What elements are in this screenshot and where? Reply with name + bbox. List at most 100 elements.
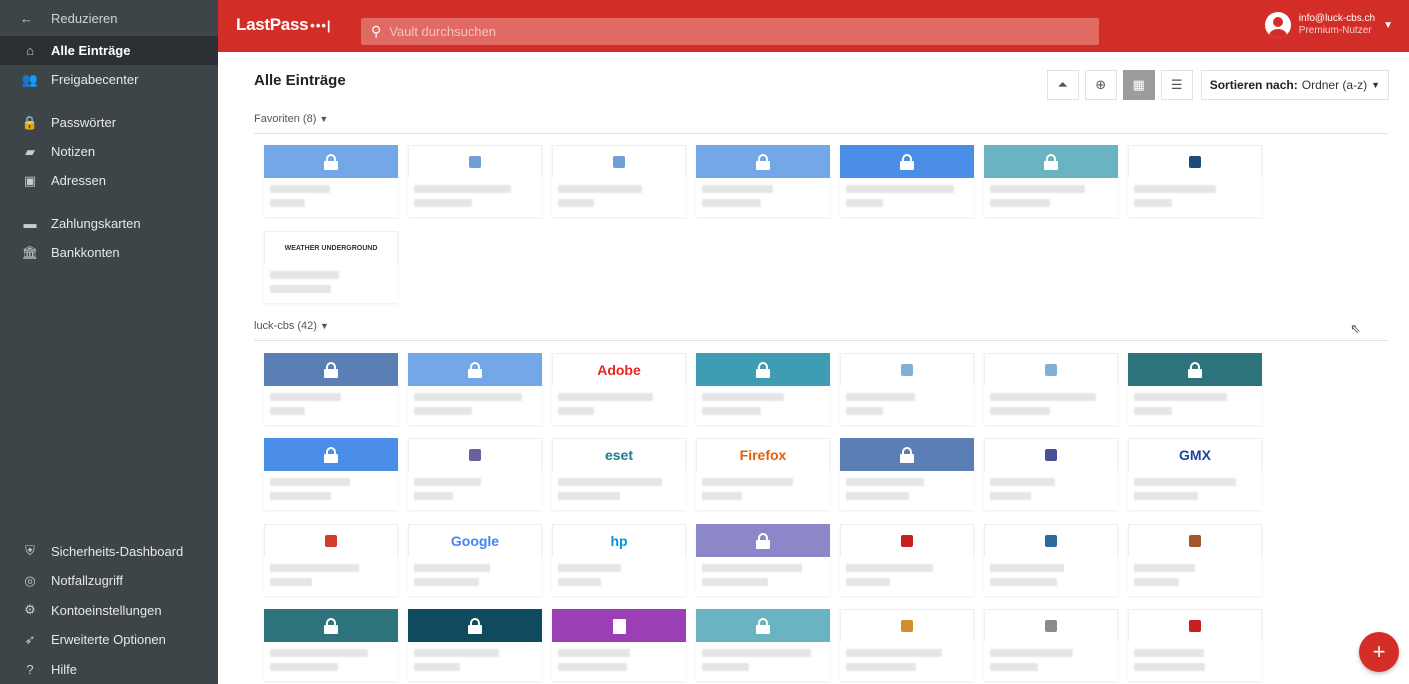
sort-dropdown[interactable]: Sortieren nach: Ordner (a-z) ▼ [1200,70,1389,100]
tile-details-redacted [552,471,686,500]
tile-header [840,353,974,386]
vault-item-tile[interactable] [696,145,830,217]
sidebar-item-label: Passwörter [51,115,117,130]
redacted-name [558,649,630,657]
sidebar-item-note[interactable]: ▰ Notizen [0,137,218,166]
vault-search[interactable]: ⚲ [361,18,1099,45]
vault-item-tile[interactable] [264,145,398,217]
vault-toolbar: ⏶ ⊕ ▦ ☰ Sortieren nach: Ordner (a-z) ▼ [1046,70,1389,100]
brand-logo-icon: Adobe [597,362,641,378]
zoom-button[interactable]: ⊕ [1084,70,1117,100]
lock-icon [324,154,338,170]
vault-item-tile[interactable] [264,353,398,425]
vault-item-tile[interactable]: hp [552,524,686,596]
vault-item-tile[interactable]: Adobe [552,353,686,425]
vault-item-tile[interactable] [984,609,1118,681]
site-favicon-icon [1189,535,1201,547]
grid-view-button[interactable]: ▦ [1122,70,1155,100]
site-favicon-icon [469,156,481,168]
vault-item-tile[interactable]: eset [552,438,686,510]
tile-details-redacted [984,557,1118,586]
vault-item-tile[interactable] [408,145,542,217]
sidebar-item-label: Hilfe [51,661,78,677]
sidebar-item-home[interactable]: ⌂ Alle Einträge [0,36,218,65]
vault-item-tile[interactable] [264,609,398,681]
account-menu[interactable]: info@luck-cbs.ch Premium-Nutzer ▼ [1264,12,1393,38]
rocket-icon: ➶ [24,631,36,647]
vault-item-tile[interactable] [1128,524,1262,596]
lock-icon [324,618,338,634]
vault-item-tile[interactable] [840,353,974,425]
redacted-name [702,649,811,657]
sidebar-item-help[interactable]: ? Hilfe [0,655,218,684]
vault-item-tile[interactable] [408,438,542,510]
vault-item-tile[interactable]: Firefox [696,438,830,510]
redacted-username [558,663,627,671]
vault-item-tile[interactable] [984,524,1118,596]
sidebar-item-shield[interactable]: ⛨ Sicherheits-Dashboard [0,537,218,567]
vault-item-tile[interactable] [264,524,398,596]
folder-header[interactable]: Favoriten (8) ▼ [254,113,328,125]
sidebar-item-bank[interactable]: 🏛 Bankkonten [0,238,218,267]
vault-item-tile[interactable] [1128,353,1262,425]
vault-item-tile[interactable] [696,353,830,425]
redacted-name [558,185,642,193]
sidebar: ← Reduzieren ⌂ Alle Einträge 👥 Freigabecent… [0,0,218,684]
lock-icon [1188,362,1202,378]
vault-item-tile[interactable] [552,609,686,681]
vault-item-tile[interactable] [408,353,542,425]
redacted-name [270,564,359,572]
vault-item-tile[interactable]: Google [408,524,542,596]
redacted-name [1134,478,1236,486]
collapse-all-button[interactable]: ⏶ [1046,70,1079,100]
search-input[interactable] [389,24,1070,39]
vault-item-tile[interactable] [696,524,830,596]
vault-item-tile[interactable] [264,438,398,510]
tile-header [696,353,830,386]
sidebar-item-card[interactable]: ▬ Zahlungskarten [0,209,218,238]
collapse-sidebar-button[interactable]: ← Reduzieren [0,0,218,36]
vault-item-tile[interactable]: WEATHER UNDERGROUND [264,231,398,303]
vault-item-tile[interactable] [840,609,974,681]
chevron-down-icon: ▼ [1383,19,1393,31]
folder-header[interactable]: luck-cbs (42) ▼ [254,320,329,332]
vault-item-tile[interactable] [408,609,542,681]
lock-icon [756,154,770,170]
redacted-name [558,393,653,401]
sidebar-item-lifebuoy[interactable]: ◎ Notfallzugriff [0,566,218,596]
sidebar-item-label: Kontoeinstellungen [51,602,162,618]
sidebar-item-rocket[interactable]: ➶ Erweiterte Optionen [0,625,218,655]
vault-item-tile[interactable] [984,145,1118,217]
redacted-username [846,663,916,671]
lock-icon [468,618,482,634]
list-view-button[interactable]: ☰ [1160,70,1193,100]
vault-item-tile[interactable] [840,145,974,217]
sidebar-item-sharing[interactable]: 👥 Freigabecenter [0,65,218,94]
sidebar-item-address[interactable]: ▣ Adressen [0,166,218,195]
vault-item-tile[interactable] [552,145,686,217]
sidebar-item-lock[interactable]: 🔒 Passwörter [0,108,218,137]
tile-header [984,438,1118,471]
sidebar-item-label: Freigabecenter [51,72,139,87]
tile-header [264,524,398,557]
bank-icon: 🏛 [21,244,39,260]
redacted-username [1134,578,1179,586]
sidebar-item-gear[interactable]: ⚙ Kontoeinstellungen [0,596,218,626]
vault-item-tile[interactable] [1128,145,1262,217]
vault-item-tile[interactable] [840,524,974,596]
tile-header [264,145,398,178]
vault-item-tile[interactable] [984,353,1118,425]
vault-item-tile[interactable] [840,438,974,510]
vault-item-tile[interactable]: GMX [1128,438,1262,510]
lastpass-logo[interactable]: LastPass •••| [236,15,332,35]
folder-divider [254,133,1388,134]
vault-item-tile[interactable] [696,609,830,681]
redacted-username [270,407,305,415]
redacted-name [846,564,933,572]
add-item-button[interactable]: + [1359,632,1399,672]
brand-logo-icon: Google [450,533,500,549]
redacted-username [414,492,453,500]
vault-item-tile[interactable] [984,438,1118,510]
vault-item-tile[interactable] [1128,609,1262,681]
card-icon: ▬ [23,216,37,231]
